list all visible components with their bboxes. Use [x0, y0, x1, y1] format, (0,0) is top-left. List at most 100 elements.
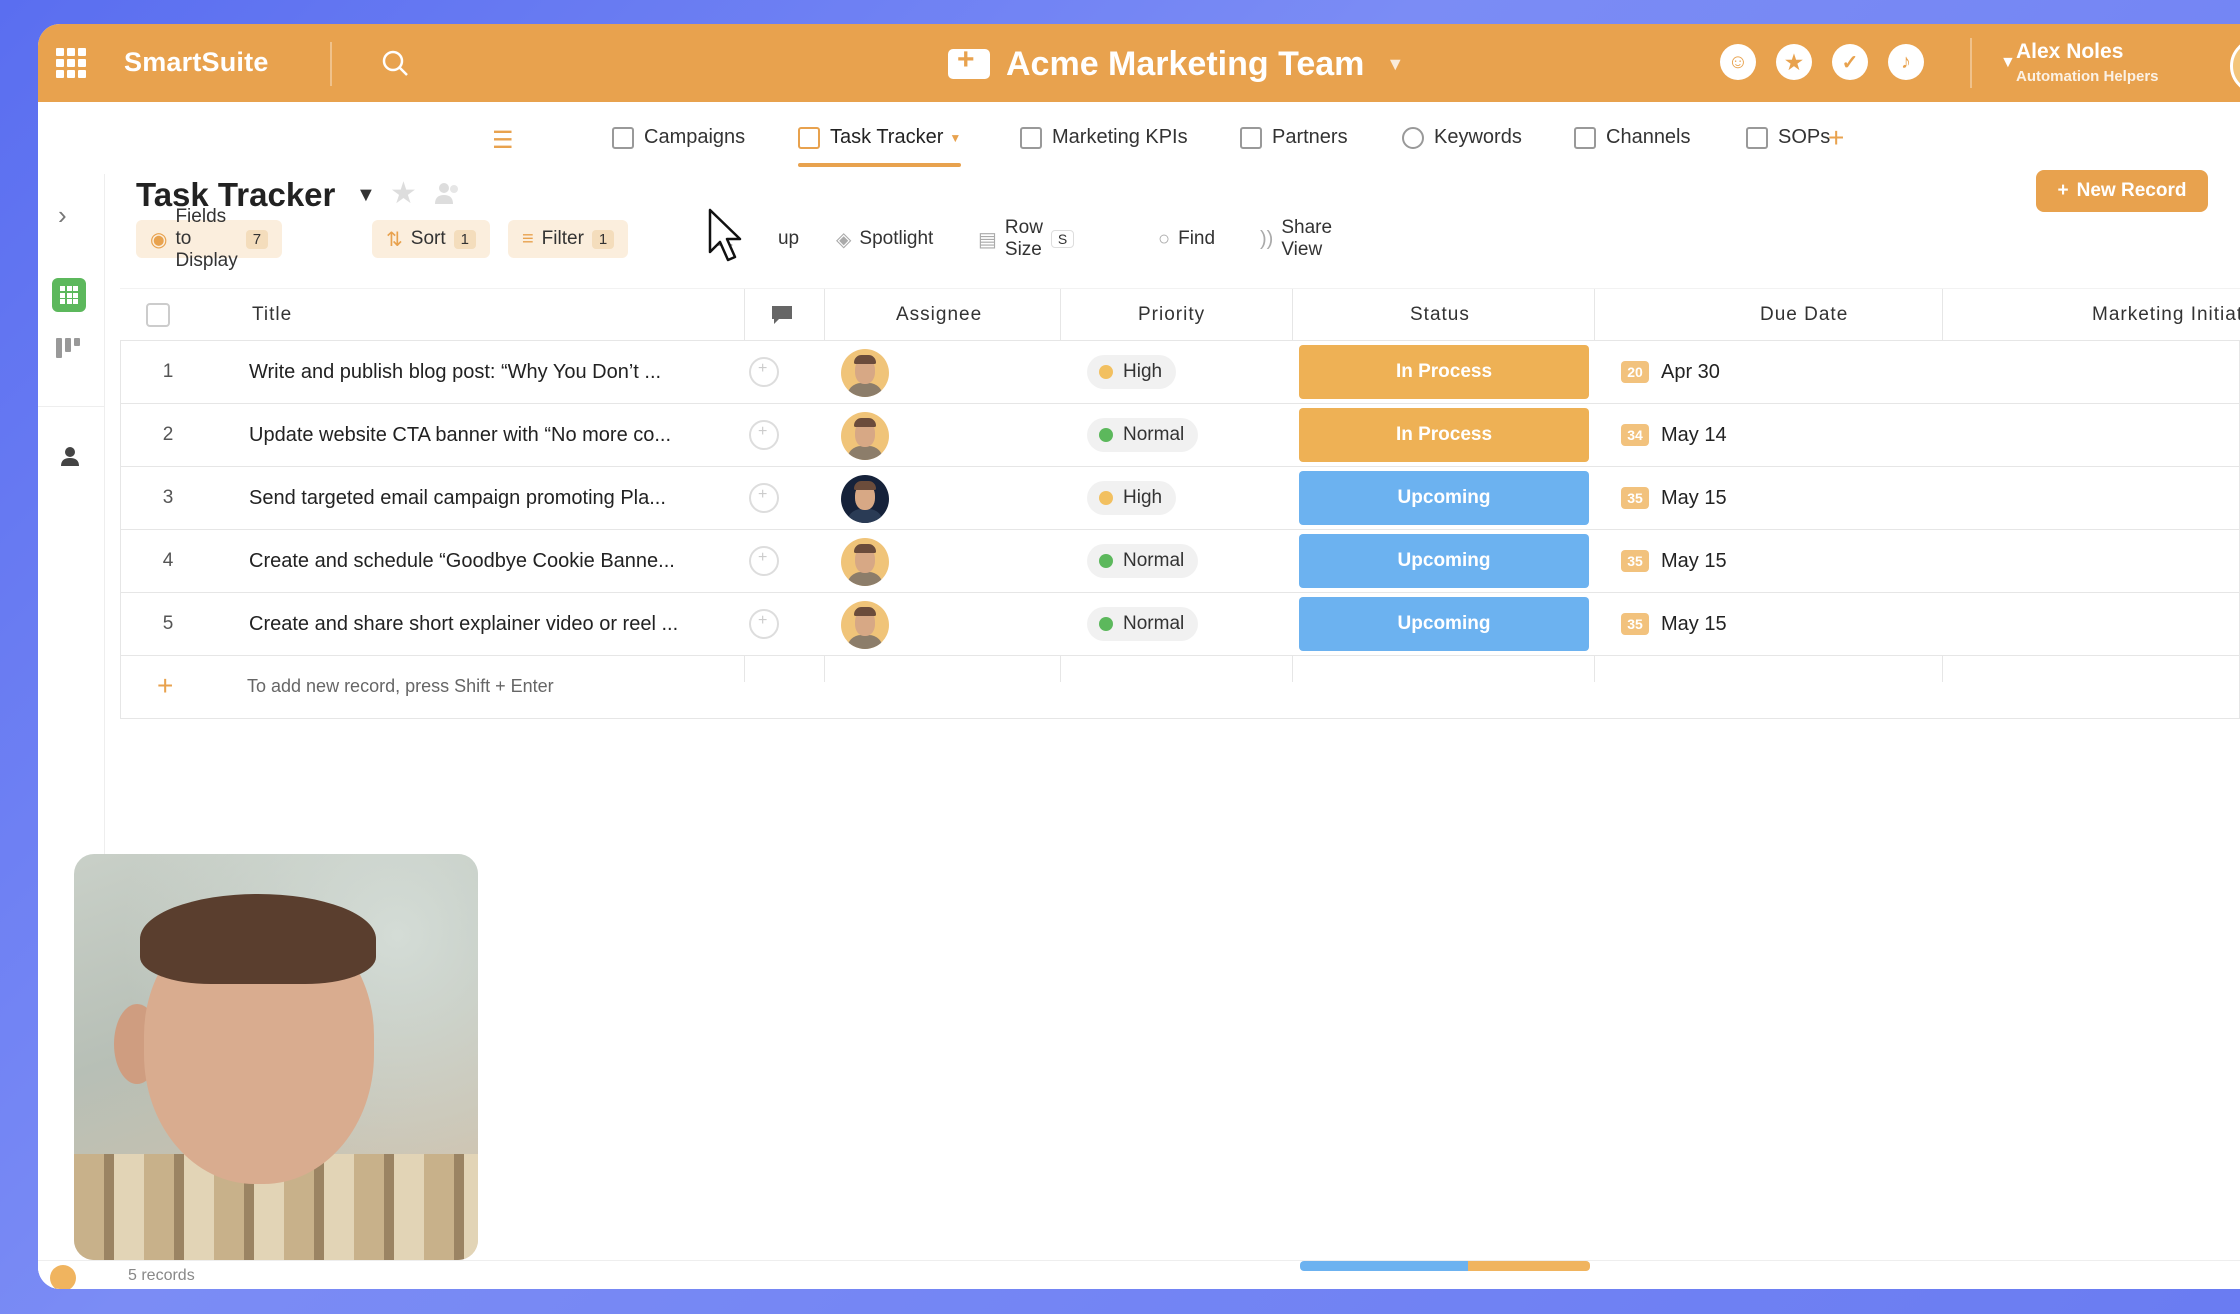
tab-label: SOPs: [1778, 126, 1831, 148]
find-button[interactable]: ○ Find: [1158, 220, 1215, 258]
priority-label: Normal: [1123, 550, 1185, 571]
status-badge[interactable]: Upcoming: [1299, 534, 1589, 588]
person-icon[interactable]: [58, 444, 82, 468]
avatar[interactable]: [841, 538, 889, 586]
avatar[interactable]: [2230, 38, 2240, 94]
tab-sops[interactable]: SOPs: [1746, 126, 1830, 149]
row-size-button[interactable]: ▤ Row Size S: [978, 217, 1075, 260]
row-title[interactable]: Create and share short explainer video o…: [249, 593, 729, 655]
workspace-switcher[interactable]: Acme Marketing Team ▼: [948, 42, 1404, 86]
days-remaining-badge: 35: [1621, 613, 1649, 635]
sort-icon: ⇅: [386, 228, 403, 251]
tab-marketing-kpis[interactable]: Marketing KPIs: [1020, 126, 1188, 149]
count-badge: 7: [245, 229, 269, 249]
star-icon[interactable]: ★: [1776, 44, 1812, 80]
sort-button[interactable]: ⇅ Sort 1: [372, 220, 490, 258]
avatar[interactable]: [841, 349, 889, 397]
checkbox-icon: [798, 126, 820, 149]
add-comment-icon[interactable]: [749, 609, 779, 639]
tab-channels[interactable]: Channels: [1574, 126, 1691, 149]
priority-tag[interactable]: Normal: [1087, 544, 1199, 578]
new-record-button[interactable]: + New Record: [2036, 170, 2208, 212]
select-all-checkbox[interactable]: [146, 289, 170, 341]
top-bar: SmartSuite Acme Marketing Team ▼ ☺ ★ ✓ ♪…: [38, 24, 2240, 102]
add-comment-icon[interactable]: [749, 357, 779, 387]
check-icon[interactable]: ✓: [1832, 44, 1868, 80]
priority-label: High: [1123, 361, 1163, 382]
bell-icon[interactable]: ♪: [1888, 44, 1924, 80]
tab-task-tracker[interactable]: Task Tracker ▼: [798, 126, 962, 167]
workspace-title: Acme Marketing Team: [1006, 44, 1365, 83]
priority-dot: [1099, 428, 1113, 442]
share-people-icon[interactable]: [434, 180, 462, 206]
due-date-cell[interactable]: 35 May 15: [1621, 530, 1727, 592]
add-record-row[interactable]: + To add new record, press Shift + Enter: [120, 656, 2240, 719]
add-comment-icon[interactable]: [749, 483, 779, 513]
status-badge[interactable]: In Process: [1299, 408, 1589, 462]
webcam-overlay: [74, 854, 478, 1260]
table-row[interactable]: 4 Create and schedule “Goodbye Cookie Ba…: [120, 530, 2240, 593]
column-header-due-date[interactable]: Due Date: [1760, 289, 1848, 341]
status-badge[interactable]: In Process: [1299, 345, 1589, 399]
column-header-assignee[interactable]: Assignee: [896, 289, 982, 341]
kanban-view-icon[interactable]: [56, 338, 82, 360]
add-comment-icon[interactable]: [749, 546, 779, 576]
search-icon[interactable]: [380, 48, 410, 78]
table-row[interactable]: 3 Send targeted email campaign promoting…: [120, 467, 2240, 530]
table-row[interactable]: 1 Write and publish blog post: “Why You …: [120, 340, 2240, 404]
team-icon[interactable]: ☺: [1720, 44, 1756, 80]
avatar[interactable]: [841, 475, 889, 523]
spotlight-button[interactable]: ◈ Spotlight: [836, 220, 933, 258]
priority-tag[interactable]: Normal: [1087, 418, 1199, 452]
help-icon[interactable]: [50, 1265, 76, 1289]
tab-keywords[interactable]: Keywords: [1402, 126, 1522, 149]
priority-tag[interactable]: Normal: [1087, 607, 1199, 641]
share-view-button[interactable]: )) Share View: [1260, 217, 1332, 260]
star-icon[interactable]: ★: [390, 176, 417, 211]
fields-to-display-button[interactable]: ◉ Fields to Display 7: [136, 206, 283, 271]
due-date: May 14: [1661, 423, 1727, 446]
avatar[interactable]: [841, 412, 889, 460]
due-date-cell[interactable]: 35 May 15: [1621, 593, 1727, 655]
records-grid: Title Assignee Priority Status Due Date …: [120, 288, 2240, 719]
tool-label: Find: [1178, 228, 1216, 249]
add-tab-button[interactable]: +: [1828, 122, 1844, 154]
row-title[interactable]: Update website CTA banner with “No more …: [249, 404, 729, 466]
row-title[interactable]: Write and publish blog post: “Why You Do…: [249, 341, 729, 403]
due-date: Apr 30: [1661, 360, 1720, 383]
filter-button[interactable]: ≡ Filter 1: [508, 220, 629, 258]
chevron-down-icon[interactable]: ▼: [356, 184, 376, 207]
tab-label: Partners: [1272, 126, 1348, 148]
due-date-cell[interactable]: 20 Apr 30: [1621, 341, 1720, 403]
row-title[interactable]: Create and schedule “Goodbye Cookie Bann…: [249, 530, 729, 592]
table-row[interactable]: 5 Create and share short explainer video…: [120, 593, 2240, 656]
comments-icon[interactable]: [770, 289, 794, 341]
due-date-cell[interactable]: 35 May 15: [1621, 467, 1727, 529]
add-comment-icon[interactable]: [749, 420, 779, 450]
column-header-priority[interactable]: Priority: [1138, 289, 1205, 341]
tab-campaigns[interactable]: Campaigns: [612, 126, 745, 149]
avatar[interactable]: [841, 601, 889, 649]
brand-logo[interactable]: SmartSuite: [124, 47, 269, 78]
priority-tag[interactable]: High: [1087, 481, 1177, 515]
plus-icon[interactable]: +: [157, 670, 173, 702]
status-badge[interactable]: Upcoming: [1299, 597, 1589, 651]
row-title[interactable]: Send targeted email campaign promoting P…: [249, 467, 729, 529]
column-header-title[interactable]: Title: [252, 289, 292, 341]
priority-tag[interactable]: High: [1087, 355, 1177, 389]
chevron-down-icon: ▼: [2000, 54, 2016, 71]
apps-grid-icon[interactable]: [56, 48, 86, 78]
row-number: 2: [162, 424, 174, 445]
column-header-marketing-initiative[interactable]: Marketing Initiativ: [2092, 289, 2240, 341]
status-badge[interactable]: Upcoming: [1299, 471, 1589, 525]
tab-partners[interactable]: Partners: [1240, 126, 1348, 149]
table-row[interactable]: 2 Update website CTA banner with “No mor…: [120, 404, 2240, 467]
days-remaining-badge: 34: [1621, 424, 1649, 446]
due-date-cell[interactable]: 34 May 14: [1621, 404, 1727, 466]
column-header-status[interactable]: Status: [1410, 289, 1470, 341]
grid-view-icon[interactable]: [52, 278, 86, 312]
user-menu[interactable]: ▼ Alex Noles Automation Helpers: [2000, 40, 2159, 85]
days-remaining-badge: 20: [1621, 361, 1649, 383]
expand-chevron-icon[interactable]: ›: [58, 200, 67, 231]
hamburger-menu-icon[interactable]: ☰: [492, 126, 514, 155]
